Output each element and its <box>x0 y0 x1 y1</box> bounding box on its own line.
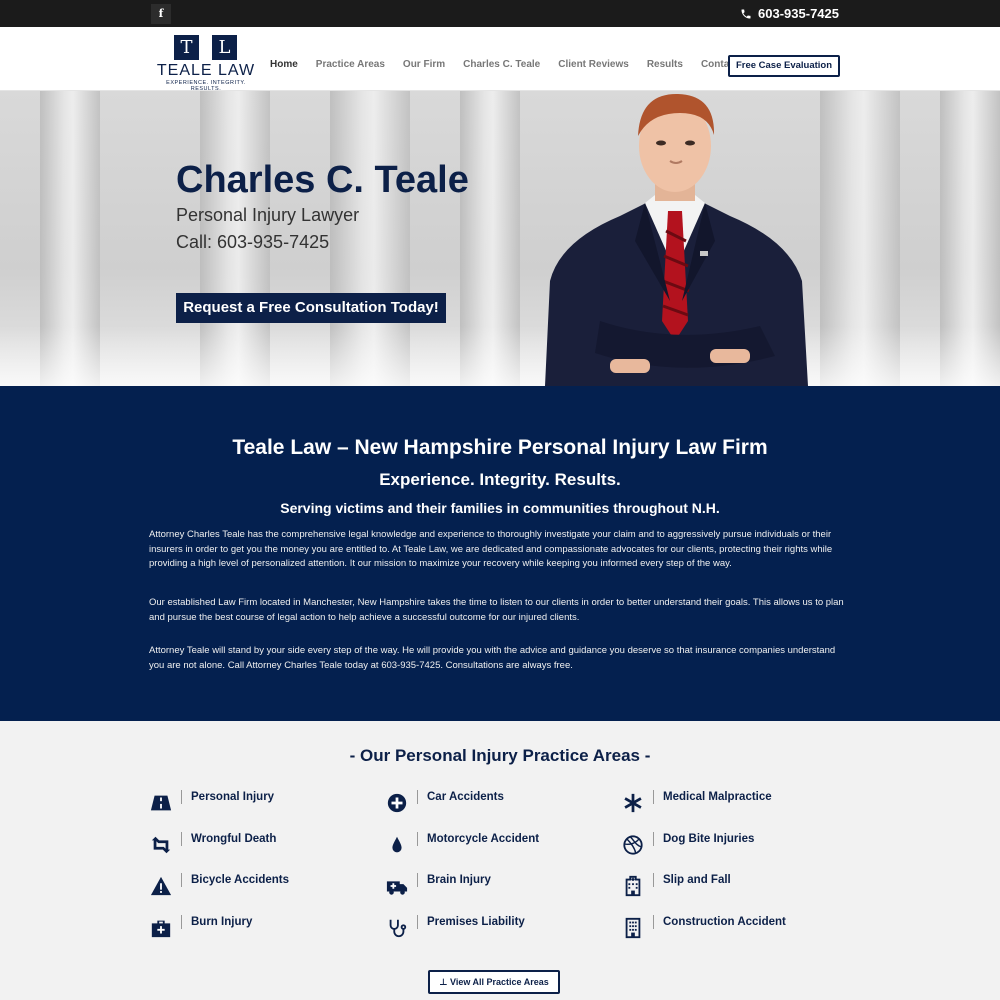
intro-paragraph-3: Attorney Teale will stand by your side e… <box>149 645 836 671</box>
intro-slogan: Experience. Integrity. Results. <box>379 470 621 489</box>
practice-area-brain-injury[interactable]: Brain Injury <box>384 873 491 899</box>
building-icon <box>620 915 646 941</box>
practice-area-label: Slip and Fall <box>663 874 731 886</box>
ambulance-icon <box>384 873 410 899</box>
practice-area-label: Wrongful Death <box>191 833 277 845</box>
nav-results[interactable]: Results <box>647 59 683 70</box>
intro-paragraph-1: Attorney Charles Teale has the comprehen… <box>149 529 833 569</box>
separator <box>181 790 182 804</box>
separator <box>653 873 654 887</box>
practice-area-label: Premises Liability <box>427 916 525 928</box>
intro-paragraph-2: Our established Law Firm located in Manc… <box>149 597 844 623</box>
intro-serving: Serving victims and their families in co… <box>280 500 720 516</box>
nav-client-reviews[interactable]: Client Reviews <box>558 59 629 70</box>
logo[interactable]: T L TEALE LAW EXPERIENCE. INTEGRITY. RES… <box>150 35 262 92</box>
practice-areas-title: - Our Personal Injury Practice Areas - <box>349 746 651 765</box>
nav-home[interactable]: Home <box>270 59 298 70</box>
request-consultation-button[interactable]: Request a Free Consultation Today! <box>176 293 446 323</box>
hospital-icon <box>620 873 646 899</box>
practice-area-medical-malpractice[interactable]: Medical Malpractice <box>620 790 772 816</box>
logo-letter-t: T <box>174 35 199 60</box>
logo-letter-l: L <box>212 35 237 60</box>
hero-subtitle: Personal Injury Lawyer <box>176 205 360 225</box>
site-header: T L TEALE LAW EXPERIENCE. INTEGRITY. RES… <box>0 27 1000 92</box>
drop-icon <box>384 832 410 858</box>
practice-area-label: Bicycle Accidents <box>191 874 290 886</box>
practice-area-label: Medical Malpractice <box>663 791 772 803</box>
practice-area-motorcycle-accident[interactable]: Motorcycle Accident <box>384 832 539 858</box>
separator <box>653 832 654 846</box>
road-icon <box>148 790 174 816</box>
practice-area-label: Motorcycle Accident <box>427 833 540 845</box>
practice-area-burn-injury[interactable]: Burn Injury <box>148 915 252 941</box>
top-bar: f 603-935-7425 <box>0 0 1000 27</box>
practice-area-car-accidents[interactable]: Car Accidents <box>384 790 504 816</box>
separator <box>417 873 418 887</box>
attorney-portrait <box>545 93 808 386</box>
hero-call[interactable]: Call: 603-935-7425 <box>176 232 329 253</box>
separator <box>417 915 418 929</box>
hero-banner: Charles C. Teale Personal Injury Lawyer … <box>0 91 1000 386</box>
logo-name: TEALE LAW <box>156 62 256 79</box>
practice-area-premises-liability[interactable]: Premises Liability <box>384 915 525 941</box>
plus-circle-icon <box>384 790 410 816</box>
separator <box>417 832 418 846</box>
nav-practice-areas[interactable]: Practice Areas <box>316 59 385 70</box>
practice-area-slip-and-fall[interactable]: Slip and Fall <box>620 873 731 899</box>
practice-area-label: Burn Injury <box>191 916 253 928</box>
nav-our-firm[interactable]: Our Firm <box>403 59 445 70</box>
practice-area-label: Car Accidents <box>427 791 504 803</box>
practice-area-label: Construction Accident <box>663 916 786 928</box>
practice-area-label: Personal Injury <box>191 791 275 803</box>
practice-area-personal-injury[interactable]: Personal Injury <box>148 790 274 816</box>
practice-area-label: Dog Bite Injuries <box>663 833 755 845</box>
nav-charles-teale[interactable]: Charles C. Teale <box>463 59 540 70</box>
practice-area-label: Brain Injury <box>427 874 491 886</box>
intro-heading: Teale Law – New Hampshire Personal Injur… <box>232 436 768 459</box>
separator <box>181 915 182 929</box>
practice-area-dog-bite-injuries[interactable]: Dog Bite Injuries <box>620 832 754 858</box>
top-phone-number: 603-935-7425 <box>758 6 839 21</box>
dribbble-icon <box>620 832 646 858</box>
separator <box>653 915 654 929</box>
stethoscope-icon <box>384 915 410 941</box>
free-case-evaluation-button[interactable]: Free Case Evaluation <box>728 55 840 77</box>
main-nav: Home Practice Areas Our Firm Charles C. … <box>270 59 756 70</box>
practice-area-bicycle-accidents[interactable]: Bicycle Accidents <box>148 873 289 899</box>
separator <box>417 790 418 804</box>
phone-icon <box>741 9 751 18</box>
view-all-label: View All Practice Areas <box>450 977 549 987</box>
medkit-icon <box>148 915 174 941</box>
separator <box>181 873 182 887</box>
hero-floor <box>0 326 1000 386</box>
practice-area-construction-accident[interactable]: Construction Accident <box>620 915 786 941</box>
hero-title: Charles C. Teale <box>176 159 469 201</box>
warning-icon <box>148 873 174 899</box>
top-phone[interactable]: 603-935-7425 <box>740 6 839 21</box>
retweet-icon <box>148 832 174 858</box>
separator <box>653 790 654 804</box>
view-all-practice-areas-button[interactable]: ⊥ View All Practice Areas <box>428 970 560 994</box>
facebook-icon[interactable]: f <box>151 4 171 24</box>
practice-area-wrongful-death[interactable]: Wrongful Death <box>148 832 276 858</box>
sitemap-icon: ⊥ <box>439 977 450 987</box>
intro-section: Teale Law – New Hampshire Personal Injur… <box>0 386 1000 721</box>
separator <box>181 832 182 846</box>
asterisk-icon <box>620 790 646 816</box>
